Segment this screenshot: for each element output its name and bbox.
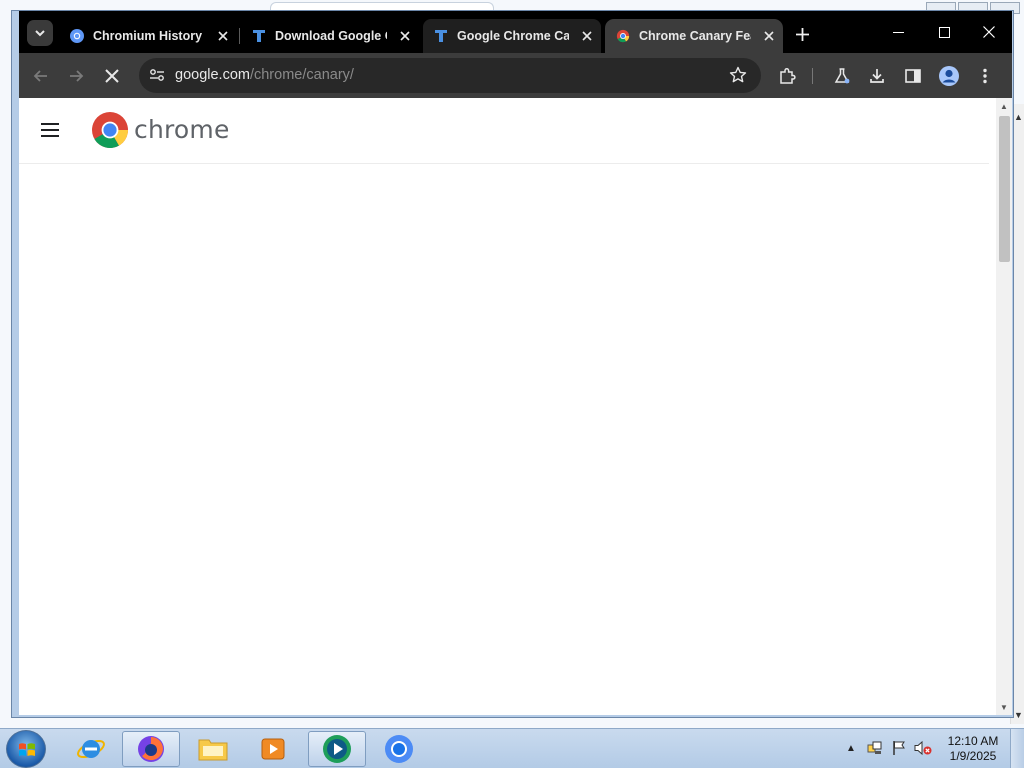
taskbar-chrome[interactable] — [370, 731, 428, 767]
maximize-button[interactable] — [921, 19, 967, 45]
show-desktop-button[interactable] — [1010, 729, 1024, 768]
tab-title: Google Chrome Can — [457, 29, 569, 43]
maximize-icon — [938, 26, 950, 38]
page-scrollbar[interactable]: ▲ ▼ — [996, 98, 1012, 715]
scroll-down-icon[interactable]: ▼ — [1000, 703, 1008, 712]
address-bar[interactable]: google.com/chrome/canary/ — [139, 58, 761, 93]
clock[interactable]: 12:10 AM 1/9/2025 — [940, 734, 1006, 764]
site-info-tune-icon[interactable] — [149, 67, 165, 83]
close-icon — [983, 26, 995, 38]
tab-separator — [239, 28, 240, 44]
chromium-icon — [69, 28, 85, 44]
flask-icon — [834, 68, 850, 84]
tab-google-chrome-canary[interactable]: Google Chrome Can — [423, 19, 601, 53]
page-content: chrome ▲ ▼ — [19, 98, 1012, 715]
tab-chromium-history[interactable]: Chromium History V — [59, 19, 237, 53]
tab-search-button[interactable] — [27, 20, 53, 46]
minimize-icon — [892, 31, 904, 33]
scroll-up-icon[interactable]: ▲ — [1014, 112, 1023, 122]
chrome-menu-button[interactable] — [971, 62, 999, 90]
firefox-icon — [138, 736, 164, 762]
side-panel-icon — [905, 69, 921, 83]
scroll-up-icon[interactable]: ▲ — [1000, 102, 1008, 111]
internet-explorer-icon — [77, 739, 105, 759]
back-button[interactable] — [27, 62, 55, 90]
system-tray: ▲ — [842, 737, 932, 759]
puzzle-piece-icon — [780, 67, 796, 84]
action-center-flag-icon[interactable] — [890, 739, 908, 757]
download-icon — [870, 69, 884, 83]
tab-chrome-canary-features[interactable]: Chrome Canary Feat — [605, 19, 783, 53]
chrome-icon — [385, 735, 413, 763]
t-letter-icon — [433, 28, 449, 44]
scroll-down-icon[interactable]: ▼ — [1014, 710, 1023, 720]
chrome-logo-icon[interactable] — [91, 111, 129, 149]
clock-date: 1/9/2025 — [949, 749, 997, 763]
close-icon[interactable] — [761, 28, 777, 44]
taskbar: ▲ 12:10 AM 1/9/2025 — [0, 728, 1024, 768]
tab-title: Download Google Ch — [275, 29, 387, 43]
extensions-button[interactable] — [773, 62, 801, 90]
plus-icon — [795, 27, 809, 41]
chrome-logo-icon — [615, 28, 631, 44]
show-hidden-icons-icon[interactable]: ▲ — [842, 739, 860, 757]
tab-strip: Chromium History V Download Google Ch Go… — [19, 11, 1012, 53]
url-text[interactable]: google.com/chrome/canary/ — [175, 67, 354, 83]
arrow-right-icon — [70, 70, 84, 82]
taskbar-file-explorer[interactable] — [184, 731, 242, 767]
more-vert-icon — [983, 68, 987, 84]
volume-muted-icon[interactable] — [914, 739, 932, 757]
bookmark-star-icon[interactable] — [729, 66, 747, 84]
toolbar-divider — [812, 68, 813, 84]
avatar-icon — [939, 66, 959, 86]
close-icon[interactable] — [397, 28, 413, 44]
scrollbar-thumb[interactable] — [999, 116, 1010, 262]
chrome-window: Chromium History V Download Google Ch Go… — [11, 10, 1014, 718]
url-host: google.com — [175, 67, 250, 83]
new-tab-button[interactable] — [791, 23, 813, 45]
forward-button[interactable] — [62, 62, 90, 90]
close-window-button[interactable] — [966, 19, 1012, 45]
media-center-icon — [323, 735, 351, 763]
stop-loading-button[interactable] — [98, 62, 126, 90]
downloads-button[interactable] — [863, 62, 891, 90]
windows-logo-icon — [19, 743, 35, 756]
file-explorer-icon — [198, 739, 228, 761]
tab-title: Chrome Canary Feat — [639, 29, 751, 43]
t-letter-icon — [251, 28, 267, 44]
brand-wordmark[interactable]: chrome — [134, 115, 230, 144]
minimize-button[interactable] — [875, 19, 921, 45]
site-header: chrome — [19, 98, 989, 164]
media-player-icon — [261, 738, 285, 760]
start-button[interactable] — [6, 730, 46, 768]
profile-button[interactable] — [935, 62, 963, 90]
taskbar-media-player[interactable] — [244, 731, 302, 767]
chrome-labs-button[interactable] — [828, 62, 856, 90]
tab-download-google-chrome[interactable]: Download Google Ch — [241, 19, 419, 53]
taskbar-internet-explorer[interactable] — [62, 731, 120, 767]
stop-x-icon — [105, 69, 119, 83]
chevron-down-icon — [35, 30, 45, 37]
browser-toolbar: google.com/chrome/canary/ — [19, 53, 1012, 98]
url-path: /chrome/canary/ — [249, 67, 354, 83]
network-icon[interactable] — [866, 739, 884, 757]
side-panel-button[interactable] — [899, 62, 927, 90]
arrow-left-icon — [33, 70, 47, 82]
close-icon[interactable] — [579, 28, 595, 44]
taskbar-media-center[interactable] — [308, 731, 366, 767]
hamburger-menu-icon[interactable] — [39, 121, 61, 139]
taskbar-firefox[interactable] — [122, 731, 180, 767]
close-icon[interactable] — [215, 28, 231, 44]
tab-title: Chromium History V — [93, 29, 205, 43]
clock-time: 12:10 AM — [947, 734, 999, 748]
